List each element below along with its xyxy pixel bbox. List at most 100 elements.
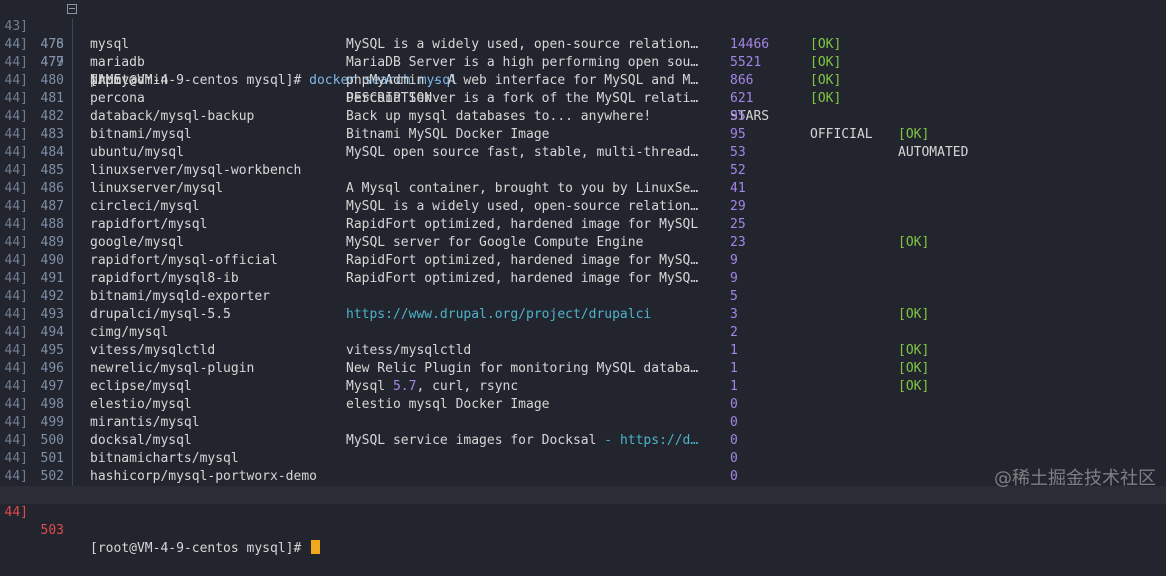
image-description: MySQL is a widely used, open-source rela… [346,37,699,52]
image-description: RapidFort optimized, hardened image for … [346,217,699,232]
gutter-label: 44] [4,37,28,52]
line-number: 499 [40,415,64,430]
automated-flag: [OK] [898,361,930,376]
image-name: mariadb [90,55,145,70]
stars-count: 9 [730,253,738,268]
image-description: Mysql 5.7, curl, rsync [346,379,519,394]
image-description: MySQL server for Google Compute Engine [346,235,644,250]
image-description: MySQL service images for Docksal - https… [346,433,699,448]
version-number: 5.7 [392,379,417,394]
table-row: 44] 496 newrelic/mysql-plugin New Relic Plu… [0,360,1166,378]
line-number: 489 [40,235,64,250]
image-description: RapidFort optimized, hardened image for … [346,253,699,268]
gutter-label: 44] [4,433,28,448]
text-cursor [311,540,321,554]
stars-count: 41 [730,181,746,196]
dash: - [432,73,440,88]
line-number: 483 [40,127,64,142]
automated-flag: [OK] [898,343,930,358]
table-row: 44] 501 bitnamicharts/mysql 0 [0,450,1166,468]
table-row: 44] 487 circleci/mysql MySQL is a widely us… [0,198,1166,216]
automated-flag: [OK] [898,307,930,322]
gutter-label: 44] [4,451,28,466]
table-row: 44] 481 percona Percona Server is a fork of… [0,90,1166,108]
current-prompt-line[interactable]: 44] 503 [root@VM-4-9-centos mysql]# [0,486,1166,556]
gutter-label: 44] [4,199,28,214]
stars-count: 866 [730,73,754,88]
stars-count: 14466 [730,37,770,52]
gutter-label: 44] [4,379,28,394]
line-number: 478 [40,37,64,52]
image-name: google/mysql [90,235,184,250]
url-link[interactable]: https://www.drupal.org/project/drupalci [346,307,651,322]
gutter-label: 44] [4,289,28,304]
image-description: MySQL open source fast, stable, multi-th… [346,145,699,160]
image-description: RapidFort optimized, hardened image for … [346,271,699,286]
terminal-window[interactable]: 43] 476 [root@VM-4-9-centos mysql]# dock… [0,0,1166,556]
stars-count: 1 [730,379,738,394]
image-name: bitnami/mysql [90,127,192,142]
url-link[interactable]: https://d… [620,433,698,448]
image-name: newrelic/mysql-plugin [90,361,255,376]
image-name: mysql [90,37,130,52]
table-row: 44] 494 cimg/mysql 2 [0,324,1166,342]
stars-count: 5521 [730,55,762,70]
image-name: bitnami/mysqld-exporter [90,289,271,304]
table-row: 44] 480 phpmyadmin phpMyAdmin - A web inter… [0,72,1166,90]
table-row: 44] 490 rapidfort/mysql-official RapidFort … [0,252,1166,270]
table-row: 44] 482 databack/mysql-backup Back up mysql… [0,108,1166,126]
image-description: vitess/mysqlctld [346,343,472,358]
image-name: cimg/mysql [90,325,169,340]
stars-count: 1 [730,361,738,376]
command-prompt: [root@VM-4-9-centos mysql]# [90,540,321,558]
table-row: 44] 492 bitnami/mysqld-exporter 5 [0,288,1166,306]
image-name: eclipse/mysql [90,379,192,394]
table-row: 44] 483 bitnami/mysql Bitnami MySQL Docker … [0,126,1166,144]
line-number: 482 [40,109,64,124]
gutter-label: 44] [4,361,28,376]
image-description: Back up mysql databases to... anywhere! [346,109,652,124]
official-flag: [OK] [810,37,842,52]
image-name: drupalci/mysql-5.5 [90,307,231,322]
official-flag: [OK] [810,73,842,88]
stars-count: 0 [730,415,738,430]
table-row: 44] 485 linuxserver/mysql-workbench 52 [0,162,1166,180]
stars-count: 2 [730,325,738,340]
stars-count: 95 [730,127,746,142]
gutter-label: 44] [4,235,28,250]
fold-collapse-icon[interactable] [67,4,77,14]
table-row: 44] 488 rapidfort/mysql RapidFort optimized… [0,216,1166,234]
image-description: phpMyAdmin - A web interface for MySQL a… [346,73,699,88]
table-row: 44] 478 mysql MySQL is a widely used, open-… [0,36,1166,54]
stars-count: 0 [730,451,738,466]
gutter-label: 44] [4,55,28,70]
official-flag: [OK] [810,55,842,70]
image-name: rapidfort/mysql [90,217,208,232]
line-number: 502 [40,469,64,484]
image-description: elestio mysql Docker Image [346,397,550,412]
gutter-label: 44] [4,307,28,322]
image-name: rapidfort/mysql8-ib [90,271,239,286]
stars-count: 29 [730,199,746,214]
line-number: 495 [40,343,64,358]
gutter-label: 44] [4,181,28,196]
line-number: 494 [40,325,64,340]
image-description: https://www.drupal.org/project/drupalci [346,306,716,324]
stars-count: 1 [730,343,738,358]
automated-flag: [OK] [898,127,930,142]
gutter-label: 44] [4,253,28,268]
image-description: MariaDB Server is a high performing open… [346,55,699,70]
image-name: phpmyadmin [90,73,169,88]
line-number: 485 [40,163,64,178]
table-row: 44] 498 elestio/mysql elestio mysql Docker … [0,396,1166,414]
line-number: 486 [40,181,64,196]
line-number: 496 [40,361,64,376]
official-flag: [OK] [810,91,842,106]
table-row: 44] 484 ubuntu/mysql MySQL open source fast… [0,144,1166,162]
line-number: 487 [40,199,64,214]
prompt-text: [root@VM-4-9-centos mysql]# [90,541,302,556]
stars-count: 3 [730,307,738,322]
line-number: 501 [40,451,64,466]
gutter-label: 44] [4,127,28,142]
image-name: hashicorp/mysql-portworx-demo [90,469,317,484]
